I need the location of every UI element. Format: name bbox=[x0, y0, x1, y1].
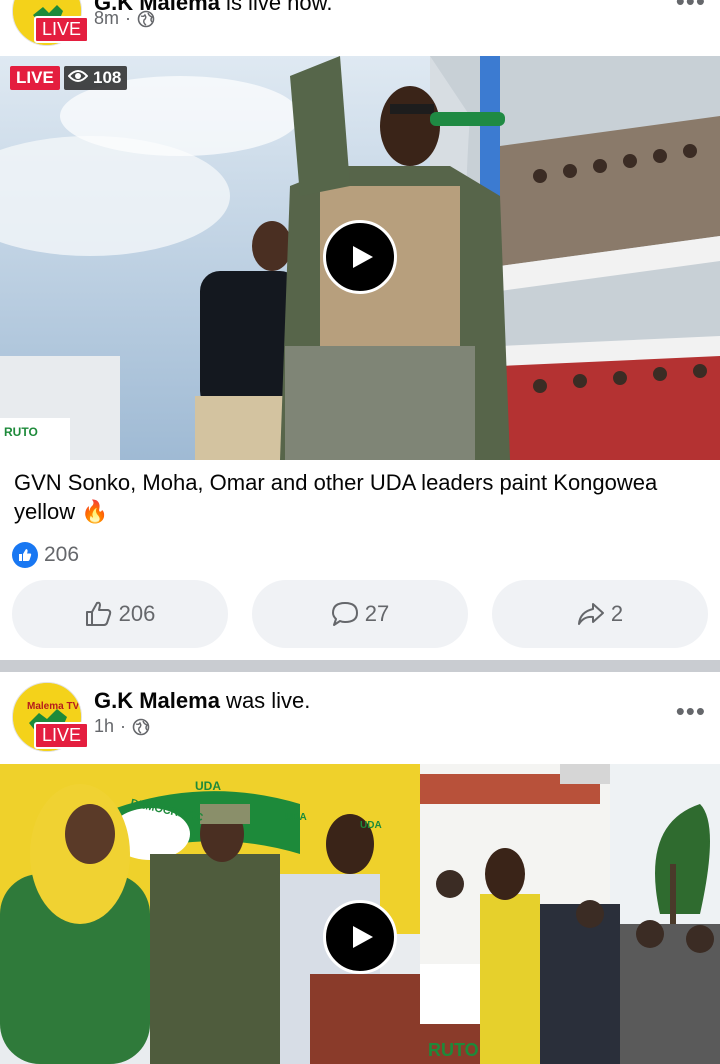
post-time[interactable]: 8m bbox=[94, 8, 119, 29]
share-icon bbox=[577, 603, 604, 625]
post-meta: 1h · bbox=[94, 716, 150, 737]
banner-text: RUTO bbox=[428, 1040, 479, 1060]
post-actions: 206 27 2 bbox=[0, 580, 720, 648]
author-name[interactable]: G.K Malema bbox=[94, 688, 220, 713]
post-time[interactable]: 1h bbox=[94, 716, 114, 737]
like-count: 206 bbox=[118, 601, 156, 626]
feed-post: LIVE G.K Malema is live now. 8m · ••• RU… bbox=[0, 0, 720, 660]
comment-icon bbox=[331, 602, 358, 626]
viewer-count: 108 bbox=[64, 66, 128, 90]
more-icon[interactable]: ••• bbox=[676, 696, 706, 727]
play-icon bbox=[352, 926, 373, 948]
play-button[interactable] bbox=[323, 900, 397, 974]
post-status: is live now. bbox=[219, 0, 333, 15]
feed-post: Malema TV LIVE G.K Malema was live. 1h ·… bbox=[0, 672, 720, 1064]
video-player[interactable]: RUTO LIVE 108 bbox=[0, 56, 720, 460]
reaction-count: 206 bbox=[44, 543, 80, 566]
post-author-line: G.K Malema was live. bbox=[94, 688, 310, 714]
like-button[interactable]: 206 bbox=[12, 580, 228, 648]
live-indicator: LIVE bbox=[10, 66, 60, 90]
page-avatar[interactable]: LIVE bbox=[12, 0, 90, 46]
fire-emoji: 🔥 bbox=[81, 499, 109, 524]
post-divider bbox=[0, 660, 720, 672]
post-caption: GVN Sonko, Moha, Omar and other UDA lead… bbox=[14, 468, 714, 526]
caption-text: GVN Sonko, Moha, Omar and other UDA lead… bbox=[14, 470, 658, 524]
reaction-summary[interactable]: 206 bbox=[12, 542, 79, 568]
thumbs-up-icon bbox=[85, 601, 111, 626]
share-button[interactable]: 2 bbox=[492, 580, 708, 648]
banner-text: UDA bbox=[360, 820, 382, 831]
more-icon[interactable]: ••• bbox=[676, 0, 706, 17]
play-button[interactable] bbox=[323, 220, 397, 294]
meta-dot: · bbox=[125, 8, 132, 28]
globe-icon bbox=[132, 718, 150, 736]
like-reaction-icon bbox=[12, 542, 38, 568]
comment-button[interactable]: 27 bbox=[252, 580, 468, 648]
comment-count: 27 bbox=[364, 601, 390, 626]
globe-icon bbox=[137, 10, 155, 28]
viewer-count-value: 108 bbox=[93, 68, 122, 87]
eye-icon bbox=[67, 68, 89, 88]
banner-text: RUTO bbox=[4, 425, 38, 439]
banner-text: UDA bbox=[285, 812, 307, 823]
share-count: 2 bbox=[610, 601, 624, 626]
post-status: was live. bbox=[219, 688, 311, 713]
post-meta: 8m · bbox=[94, 8, 155, 29]
avatar-text: Malema TV bbox=[27, 701, 80, 712]
meta-dot: · bbox=[120, 716, 127, 736]
play-icon bbox=[352, 246, 373, 268]
video-player[interactable]: UDA DEMOCRATIC UDA UDA RUTO bbox=[0, 764, 720, 1064]
banner-text: UDA bbox=[195, 779, 221, 793]
page-avatar[interactable]: Malema TV LIVE bbox=[12, 682, 90, 752]
live-badge: LIVE bbox=[34, 16, 90, 43]
live-badge: LIVE bbox=[34, 722, 90, 749]
